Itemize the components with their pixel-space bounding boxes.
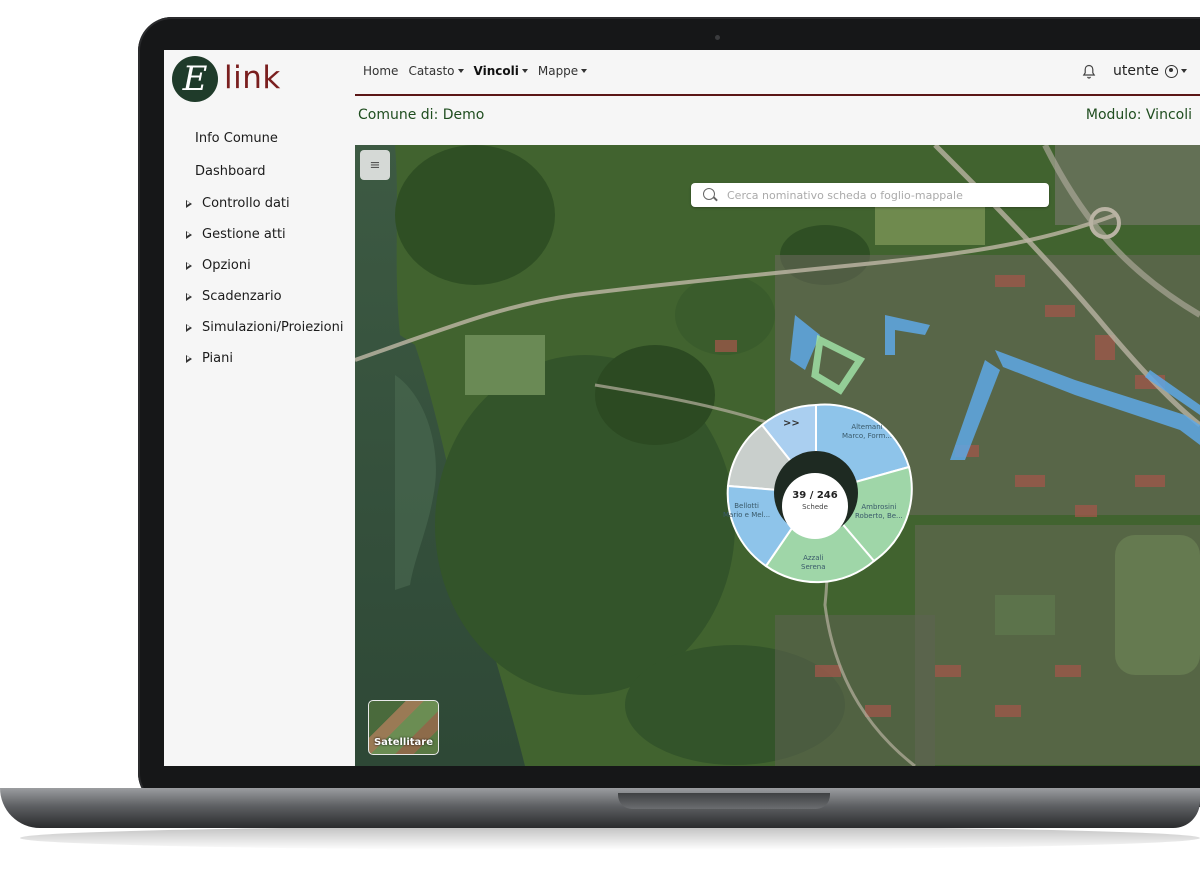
expand-triangle-icon [186,354,192,363]
sidebar-item-opzioni[interactable]: Opzioni [164,250,355,281]
map-search[interactable] [691,183,1049,207]
user-menu[interactable]: utente [1113,63,1187,79]
sidebar-item-label: Gestione atti [202,227,286,242]
search-icon [703,188,715,200]
top-navbar: Home Catasto Vincoli Mappe utente [355,50,1200,96]
donut-label-azzali: Azzali Serena [801,554,826,571]
sidebar-item-label: Controllo dati [202,196,290,211]
modulo-label: Modulo: Vincoli [1085,107,1192,123]
sidebar-item-label: Simulazioni/Proiezioni [202,320,344,335]
sidebar-item-piani[interactable]: Piani [164,343,355,374]
bell-icon[interactable] [1082,64,1096,80]
nav-label: Catasto [408,64,455,78]
expand-triangle-icon [186,261,192,270]
sidebar-item-scadenzario[interactable]: Scadenzario [164,281,355,312]
donut-sublabel: Schede [802,503,828,511]
laptop-notch [618,793,830,809]
sidebar-item-controllo-dati[interactable]: Controllo dati [164,188,355,219]
sidebar-item-label: Info Comune [195,131,278,146]
sidebar-item-label: Opzioni [202,258,251,273]
caret-down-icon [521,69,528,73]
sidebar-item-label: Scadenzario [202,289,282,304]
sidebar-menu: Info Comune Dashboard Controllo dati Ges… [164,122,355,374]
nav-home[interactable]: Home [363,64,398,78]
sidebar-item-gestione-atti[interactable]: Gestione atti [164,219,355,250]
nav-label: Home [363,64,399,78]
caret-down-icon [1180,69,1187,73]
satellite-layer-button[interactable]: Satellitare [368,700,439,755]
user-circle-icon [1164,64,1178,78]
laptop-shadow [20,826,1200,850]
caret-down-icon [581,69,588,73]
sidebar-item-label: Piani [202,351,233,366]
logo-mark: E [172,56,218,102]
main-nav: Home Catasto Vincoli Mappe [363,64,588,78]
expand-triangle-icon [186,323,192,332]
sidebar-item-simulazioni[interactable]: Simulazioni/Proiezioni [164,312,355,343]
hamburger-icon: ≡ [369,157,381,173]
user-name: utente [1113,63,1159,79]
comune-label: Comune di: Demo [358,107,485,123]
donut-label-bellotti: Bellotti Mario e Mel... [723,502,771,519]
laptop-base [0,788,1200,828]
expand-triangle-icon [186,292,192,301]
layers-menu-button[interactable]: ≡ [360,150,390,180]
sidebar-item-info-comune[interactable]: Info Comune [164,122,355,155]
sidebar: E link Info Comune Dashboard Controllo d… [164,50,355,766]
app-screen: E link Info Comune Dashboard Controllo d… [164,50,1200,766]
nav-label: Mappe [537,64,579,78]
nav-label: Vincoli [473,64,519,78]
camera [715,35,720,40]
sidebar-item-dashboard[interactable]: Dashboard [164,155,355,188]
donut-label-altemani: Altemani Marco, Form... [842,423,892,440]
search-input[interactable] [725,185,1039,205]
donut-center: 39 / 246 Schede [782,473,848,539]
satellite-map[interactable]: ≡ >> AltemaniMarco, Form... AmbrosiniRob… [355,145,1200,766]
expand-triangle-icon [186,199,192,208]
logo-text: link [224,60,281,96]
donut-more-label: >> [783,418,800,429]
app-logo[interactable]: E link [172,56,292,106]
nav-catasto[interactable]: Catasto [408,64,464,78]
sidebar-item-label: Dashboard [195,164,266,179]
donut-label-ambrosini: Ambrosini Roberto, Be... [855,503,903,520]
expand-triangle-icon [186,230,192,239]
nav-vincoli[interactable]: Vincoli [474,64,528,78]
nav-mappe[interactable]: Mappe [537,64,588,78]
donut-count: 39 / 246 [792,490,838,501]
layer-button-label: Satellitare [373,737,434,748]
context-bar: Comune di: Demo Modulo: Vincoli [355,94,1200,144]
caret-down-icon [457,69,464,73]
